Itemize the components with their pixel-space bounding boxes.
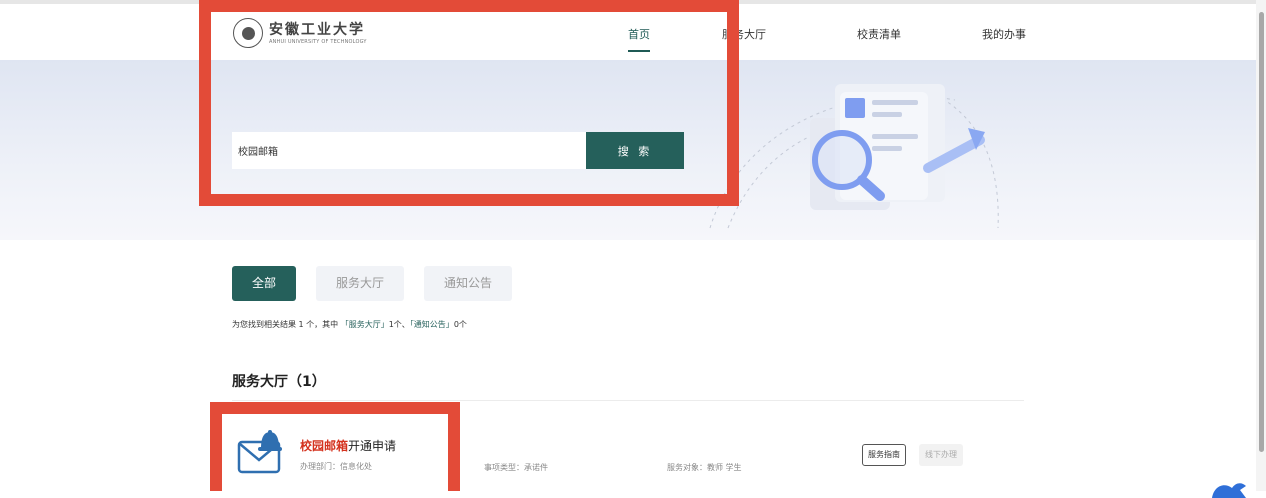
service-guide-button[interactable]: 服务指南 — [862, 444, 906, 466]
item-type: 事项类型：承诺件 — [484, 463, 548, 472]
nav-my-affairs[interactable]: 我的办事 — [982, 26, 1026, 42]
summary-prefix: 为您找到相关结果 1 个，其中 — [232, 320, 341, 329]
summary-mid: 1个、 — [388, 320, 410, 329]
scrollbar-thumb[interactable] — [1259, 12, 1264, 452]
summary-service-hall: 「服务大厅」 — [340, 320, 389, 329]
tab-service-hall[interactable]: 服务大厅 — [316, 266, 404, 301]
summary-suffix: 0个 — [453, 320, 467, 329]
tab-all[interactable]: 全部 — [232, 266, 296, 301]
divider — [232, 400, 1024, 401]
search-document-icon — [709, 84, 999, 229]
nav-responsibility-list[interactable]: 校责清单 — [857, 26, 901, 42]
highlight-box-search — [199, 0, 739, 206]
highlight-box-result — [210, 402, 460, 491]
assistant-widget-icon[interactable] — [1210, 478, 1248, 498]
tab-notices[interactable]: 通知公告 — [424, 266, 512, 301]
section-title: 服务大厅（1） — [232, 374, 326, 390]
offline-button[interactable]: 线下办理 — [919, 444, 963, 466]
item-target: 服务对象：教师 学生 — [667, 463, 742, 472]
summary-notices: 「通知公告」 — [409, 320, 454, 329]
result-summary: 为您找到相关结果 1 个，其中 「服务大厅」1个、「通知公告」0个 — [232, 319, 467, 330]
